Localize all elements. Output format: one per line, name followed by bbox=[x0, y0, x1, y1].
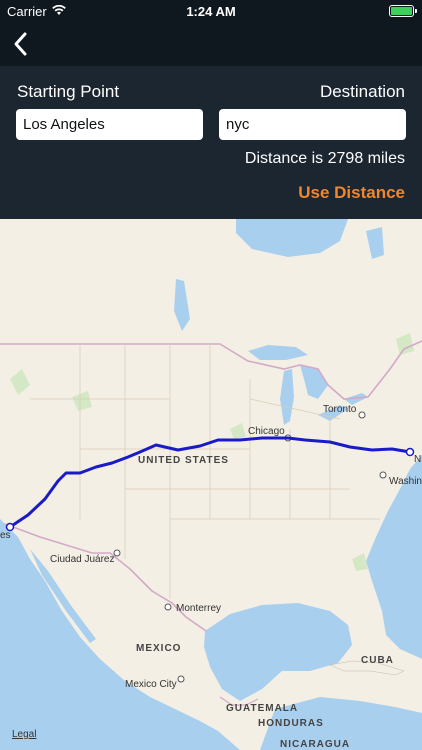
lake-superior bbox=[248, 345, 308, 360]
washington-dot bbox=[379, 471, 387, 479]
park-3 bbox=[230, 423, 246, 439]
label-mexico: MEXICO bbox=[136, 643, 182, 654]
route-form: Starting Point Destination Distance is 2… bbox=[0, 66, 422, 219]
label-cuba: CUBA bbox=[361, 655, 394, 666]
use-distance-button[interactable]: Use Distance bbox=[298, 183, 405, 203]
gulf-of-mexico bbox=[204, 603, 352, 701]
park-5 bbox=[352, 553, 368, 571]
destination-label: Destination bbox=[319, 82, 405, 101]
park-4 bbox=[396, 333, 414, 355]
clock: 1:24 AM bbox=[186, 4, 236, 19]
route-end-marker bbox=[405, 447, 415, 457]
status-bar: Carrier 1:24 AM bbox=[0, 0, 422, 22]
lake-winnipeg bbox=[174, 279, 190, 331]
label-los-angeles: es bbox=[0, 530, 11, 541]
distance-text: Distance is 2798 miles bbox=[244, 150, 405, 167]
hudson-bay bbox=[236, 219, 348, 257]
label-united-states: UNITED STATES bbox=[138, 455, 229, 466]
lake-nipigon bbox=[366, 227, 384, 259]
monterrey-dot bbox=[164, 603, 172, 611]
destination-input[interactable] bbox=[219, 109, 406, 140]
us-canada-border bbox=[0, 340, 422, 400]
label-mexico-city: Mexico City bbox=[125, 679, 177, 690]
label-nicaragua: NICARAGUA bbox=[280, 739, 351, 750]
mexico-city-dot bbox=[177, 675, 185, 683]
starting-point-input[interactable] bbox=[16, 109, 203, 140]
map-canvas bbox=[0, 219, 422, 750]
app: Carrier 1:24 AM Starting Point Destinati… bbox=[0, 0, 422, 750]
chevron-left-icon bbox=[14, 32, 27, 56]
label-honduras: HONDURAS bbox=[258, 718, 324, 729]
label-guatemala: GUATEMALA bbox=[226, 703, 299, 714]
lake-michigan bbox=[280, 369, 294, 425]
park-2 bbox=[72, 391, 92, 411]
label-washington: Washin bbox=[389, 476, 422, 487]
label-monterrey: Monterrey bbox=[176, 603, 222, 614]
park-1 bbox=[10, 369, 30, 395]
starting-point-label: Starting Point bbox=[17, 82, 120, 101]
back-button[interactable] bbox=[10, 30, 32, 58]
navigation-bar bbox=[0, 22, 422, 66]
battery-icon bbox=[389, 5, 417, 17]
ciudad-juarez-dot bbox=[113, 549, 121, 557]
label-new-york: N bbox=[414, 454, 422, 465]
legal-link[interactable]: Legal bbox=[12, 729, 36, 740]
lake-huron bbox=[300, 365, 328, 399]
route-map[interactable]: UNITED STATES Chicago Toronto Washin N e… bbox=[0, 219, 422, 750]
toronto-dot bbox=[358, 411, 366, 419]
label-chicago: Chicago bbox=[248, 426, 285, 437]
label-toronto: Toronto bbox=[323, 404, 357, 415]
label-ciudad-juarez: Ciudad Juárez bbox=[50, 554, 115, 565]
